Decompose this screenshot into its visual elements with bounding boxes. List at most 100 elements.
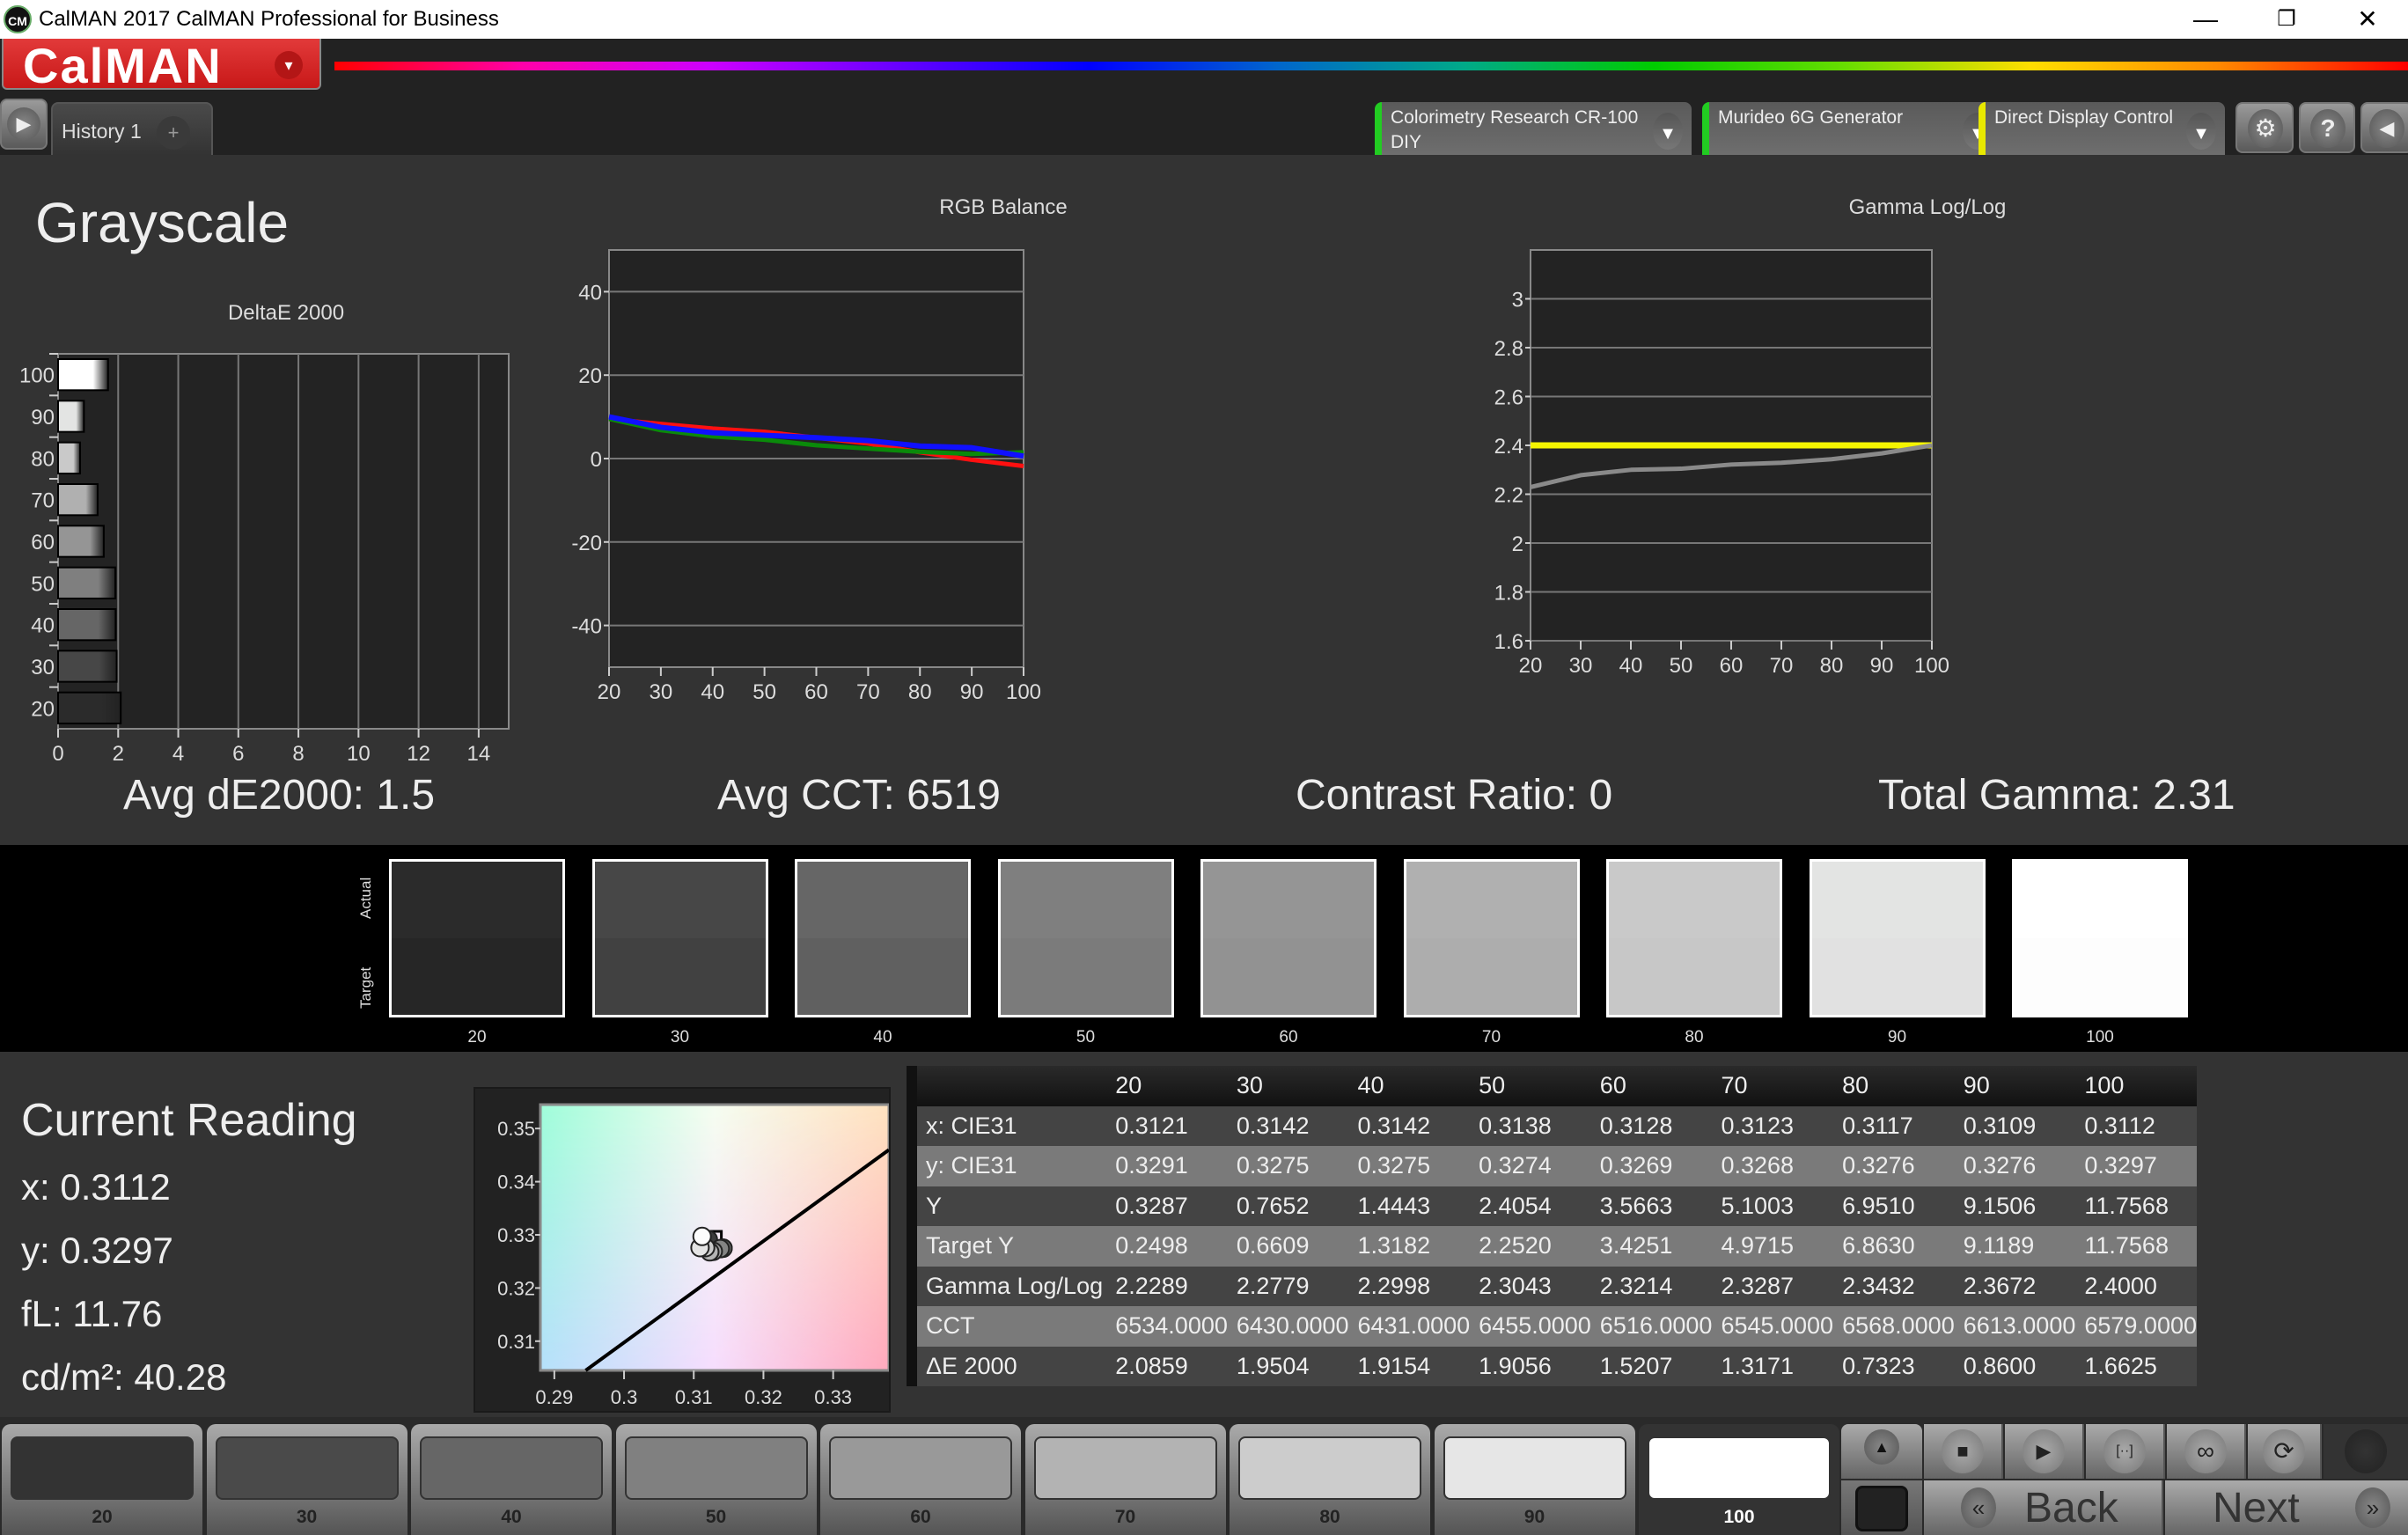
loop-button[interactable]: ∞ (2167, 1424, 2246, 1479)
patch-color (1238, 1436, 1421, 1500)
swatch-70 (1403, 859, 1580, 1017)
add-tab-button[interactable]: + (157, 116, 190, 150)
x-tick-label: 40 (1619, 654, 1643, 678)
table-cell: 0.3291 (1106, 1146, 1228, 1186)
meter-selector[interactable]: Colorimetry Research CR-100 DIY ▼ (1375, 102, 1692, 155)
close-button[interactable]: ✕ (2327, 0, 2408, 39)
collapse-panel-button[interactable]: ◀ (2360, 102, 2408, 153)
generator-selector[interactable]: Murideo 6G Generator ▼ (1702, 102, 2001, 155)
reading-panel: Current Reading x: 0.3112 y: 0.3297 fL: … (0, 1052, 2408, 1417)
table-row: x: CIE31 0.3121 0.3142 0.3142 0.3138 0.3128 0.… (907, 1105, 2197, 1146)
range-button[interactable]: [··] (2086, 1424, 2165, 1479)
target-swatch (1000, 938, 1171, 1015)
table-cell: 0.3269 (1590, 1146, 1713, 1186)
calman-menu-button[interactable]: CalMAN ▾ (2, 38, 321, 93)
actual-swatch (1609, 862, 1780, 938)
patch-label: 50 (705, 1507, 727, 1527)
settings-button[interactable]: ⚙ (2235, 102, 2294, 153)
swatch-90 (1809, 859, 1986, 1017)
avg-cct-stat: Avg CCT: 6519 (717, 772, 1001, 819)
table-cell: 0.3128 (1590, 1105, 1713, 1146)
y-tick-label: 2 (1512, 532, 1523, 556)
row-label: Gamma Log/Log (916, 1266, 1107, 1306)
patch-label: 80 (1319, 1507, 1340, 1527)
scroll-up-button[interactable]: ▲ (1841, 1424, 1922, 1479)
x-tick-label: 50 (752, 680, 776, 704)
patch-button-70[interactable]: 70 (1024, 1424, 1226, 1535)
table-cell: 0.3142 (1348, 1105, 1471, 1146)
refresh-button[interactable]: ⟳ (2248, 1424, 2322, 1479)
display-selector[interactable]: Direct Display Control ▼ (1979, 102, 2225, 155)
bottom-toolbar: 20 30 40 50 60 70 80 90 100 ▲ ■ ▶ [··] ∞ ⟳ « Bac… (0, 1417, 2408, 1535)
table-cell: 0.8600 (1954, 1346, 2076, 1386)
x-tick-label: 100 (1914, 654, 1949, 678)
x-tick-label: 0 (52, 742, 63, 766)
patch-color (215, 1436, 399, 1500)
table-cell: 5.1003 (1712, 1186, 1834, 1226)
row-gutter (907, 1306, 917, 1347)
patch-button-30[interactable]: 30 (206, 1424, 407, 1535)
table-cell: 2.0859 (1106, 1346, 1228, 1386)
play-icon: ▶ (2023, 1429, 2065, 1473)
generator-label: Murideo 6G Generator (1718, 107, 1904, 128)
contrast-ratio-stat: Contrast Ratio: 0 (1296, 772, 1613, 819)
table-cell: 2.3432 (1833, 1266, 1955, 1306)
x-tick-label: 0.3 (611, 1386, 638, 1408)
table-cell: 6.9510 (1833, 1186, 1955, 1226)
swatch-100 (2012, 859, 2188, 1017)
pattern-preview-button[interactable] (1841, 1480, 1922, 1535)
sidebar-toggle-button[interactable]: ▶ (0, 99, 48, 150)
next-button[interactable]: Next » (2165, 1480, 2408, 1535)
back-button[interactable]: « Back (1924, 1480, 2163, 1535)
play-button[interactable]: ▶ (2005, 1424, 2084, 1479)
table-cell: 1.9056 (1470, 1346, 1591, 1386)
patch-color (624, 1436, 808, 1500)
back-label: Back (2024, 1485, 2118, 1531)
y-tick-label: 60 (31, 531, 55, 555)
x-tick-label: 20 (598, 680, 621, 704)
restore-button[interactable]: ❐ (2246, 0, 2327, 39)
patch-color (829, 1436, 1012, 1500)
y-tick-label: 70 (31, 489, 55, 513)
patch-button-60[interactable]: 60 (820, 1424, 1021, 1535)
column-header: 50 (1470, 1066, 1591, 1106)
patch-color (1648, 1436, 1831, 1500)
table-cell: 1.3182 (1348, 1226, 1471, 1267)
y-tick-label: 0.35 (497, 1118, 535, 1140)
table-cell: 2.4000 (2075, 1266, 2197, 1306)
tab-bar: ▶ History 1 + Colorimetry Research CR-10… (0, 92, 2408, 155)
help-button[interactable]: ? (2299, 102, 2355, 153)
table-cell: 11.7568 (2075, 1186, 2197, 1226)
patch-button-90[interactable]: 90 (1434, 1424, 1635, 1535)
x-tick-label: 90 (960, 680, 984, 704)
rgb-balance-chart: 40 20 0 -20 -40 20 30 40 50 60 70 80 90 100 (571, 249, 1041, 704)
tab-history-1[interactable]: History 1 + (51, 102, 213, 155)
table-cell: 0.3142 (1227, 1105, 1349, 1146)
table-cell: 0.3123 (1712, 1105, 1834, 1146)
x-tick-label: 0.31 (675, 1386, 713, 1408)
help-icon: ? (2310, 109, 2346, 148)
y-tick-label: 100 (19, 364, 55, 388)
table-cell: 6579.0000 (2075, 1306, 2197, 1347)
y-tick-label: 2.4 (1494, 435, 1523, 459)
cie-xy-chart: 0.35 0.34 0.33 0.32 0.31 0.29 0.3 0.31 0.32 0.33 (497, 1103, 891, 1408)
patch-button-80[interactable]: 80 (1230, 1424, 1430, 1535)
patch-button-40[interactable]: 40 (411, 1424, 612, 1535)
patch-button-100[interactable]: 100 (1639, 1424, 1839, 1535)
patch-button-50[interactable]: 50 (615, 1424, 817, 1535)
patch-label: 70 (1114, 1507, 1136, 1527)
swatch-label: 60 (1279, 1028, 1298, 1047)
dropdown-icon: ▼ (1653, 113, 1683, 150)
minimize-button[interactable]: — (2165, 0, 2246, 39)
target-swatch (594, 938, 766, 1015)
swatch-comparison-strip: Actual Target 20 30 40 50 60 70 80 90 100 (0, 845, 2408, 1052)
patch-button-20[interactable]: 20 (2, 1424, 202, 1535)
bar (57, 483, 99, 517)
table-cell: 1.9154 (1348, 1346, 1471, 1386)
y-tick-label: 30 (31, 656, 55, 679)
stop-button[interactable]: ■ (1924, 1424, 2003, 1479)
swatch-20 (389, 859, 565, 1017)
rainbow-divider (334, 62, 2408, 70)
swatch-label: 40 (873, 1028, 892, 1047)
y-tick-label: 3 (1512, 289, 1523, 312)
